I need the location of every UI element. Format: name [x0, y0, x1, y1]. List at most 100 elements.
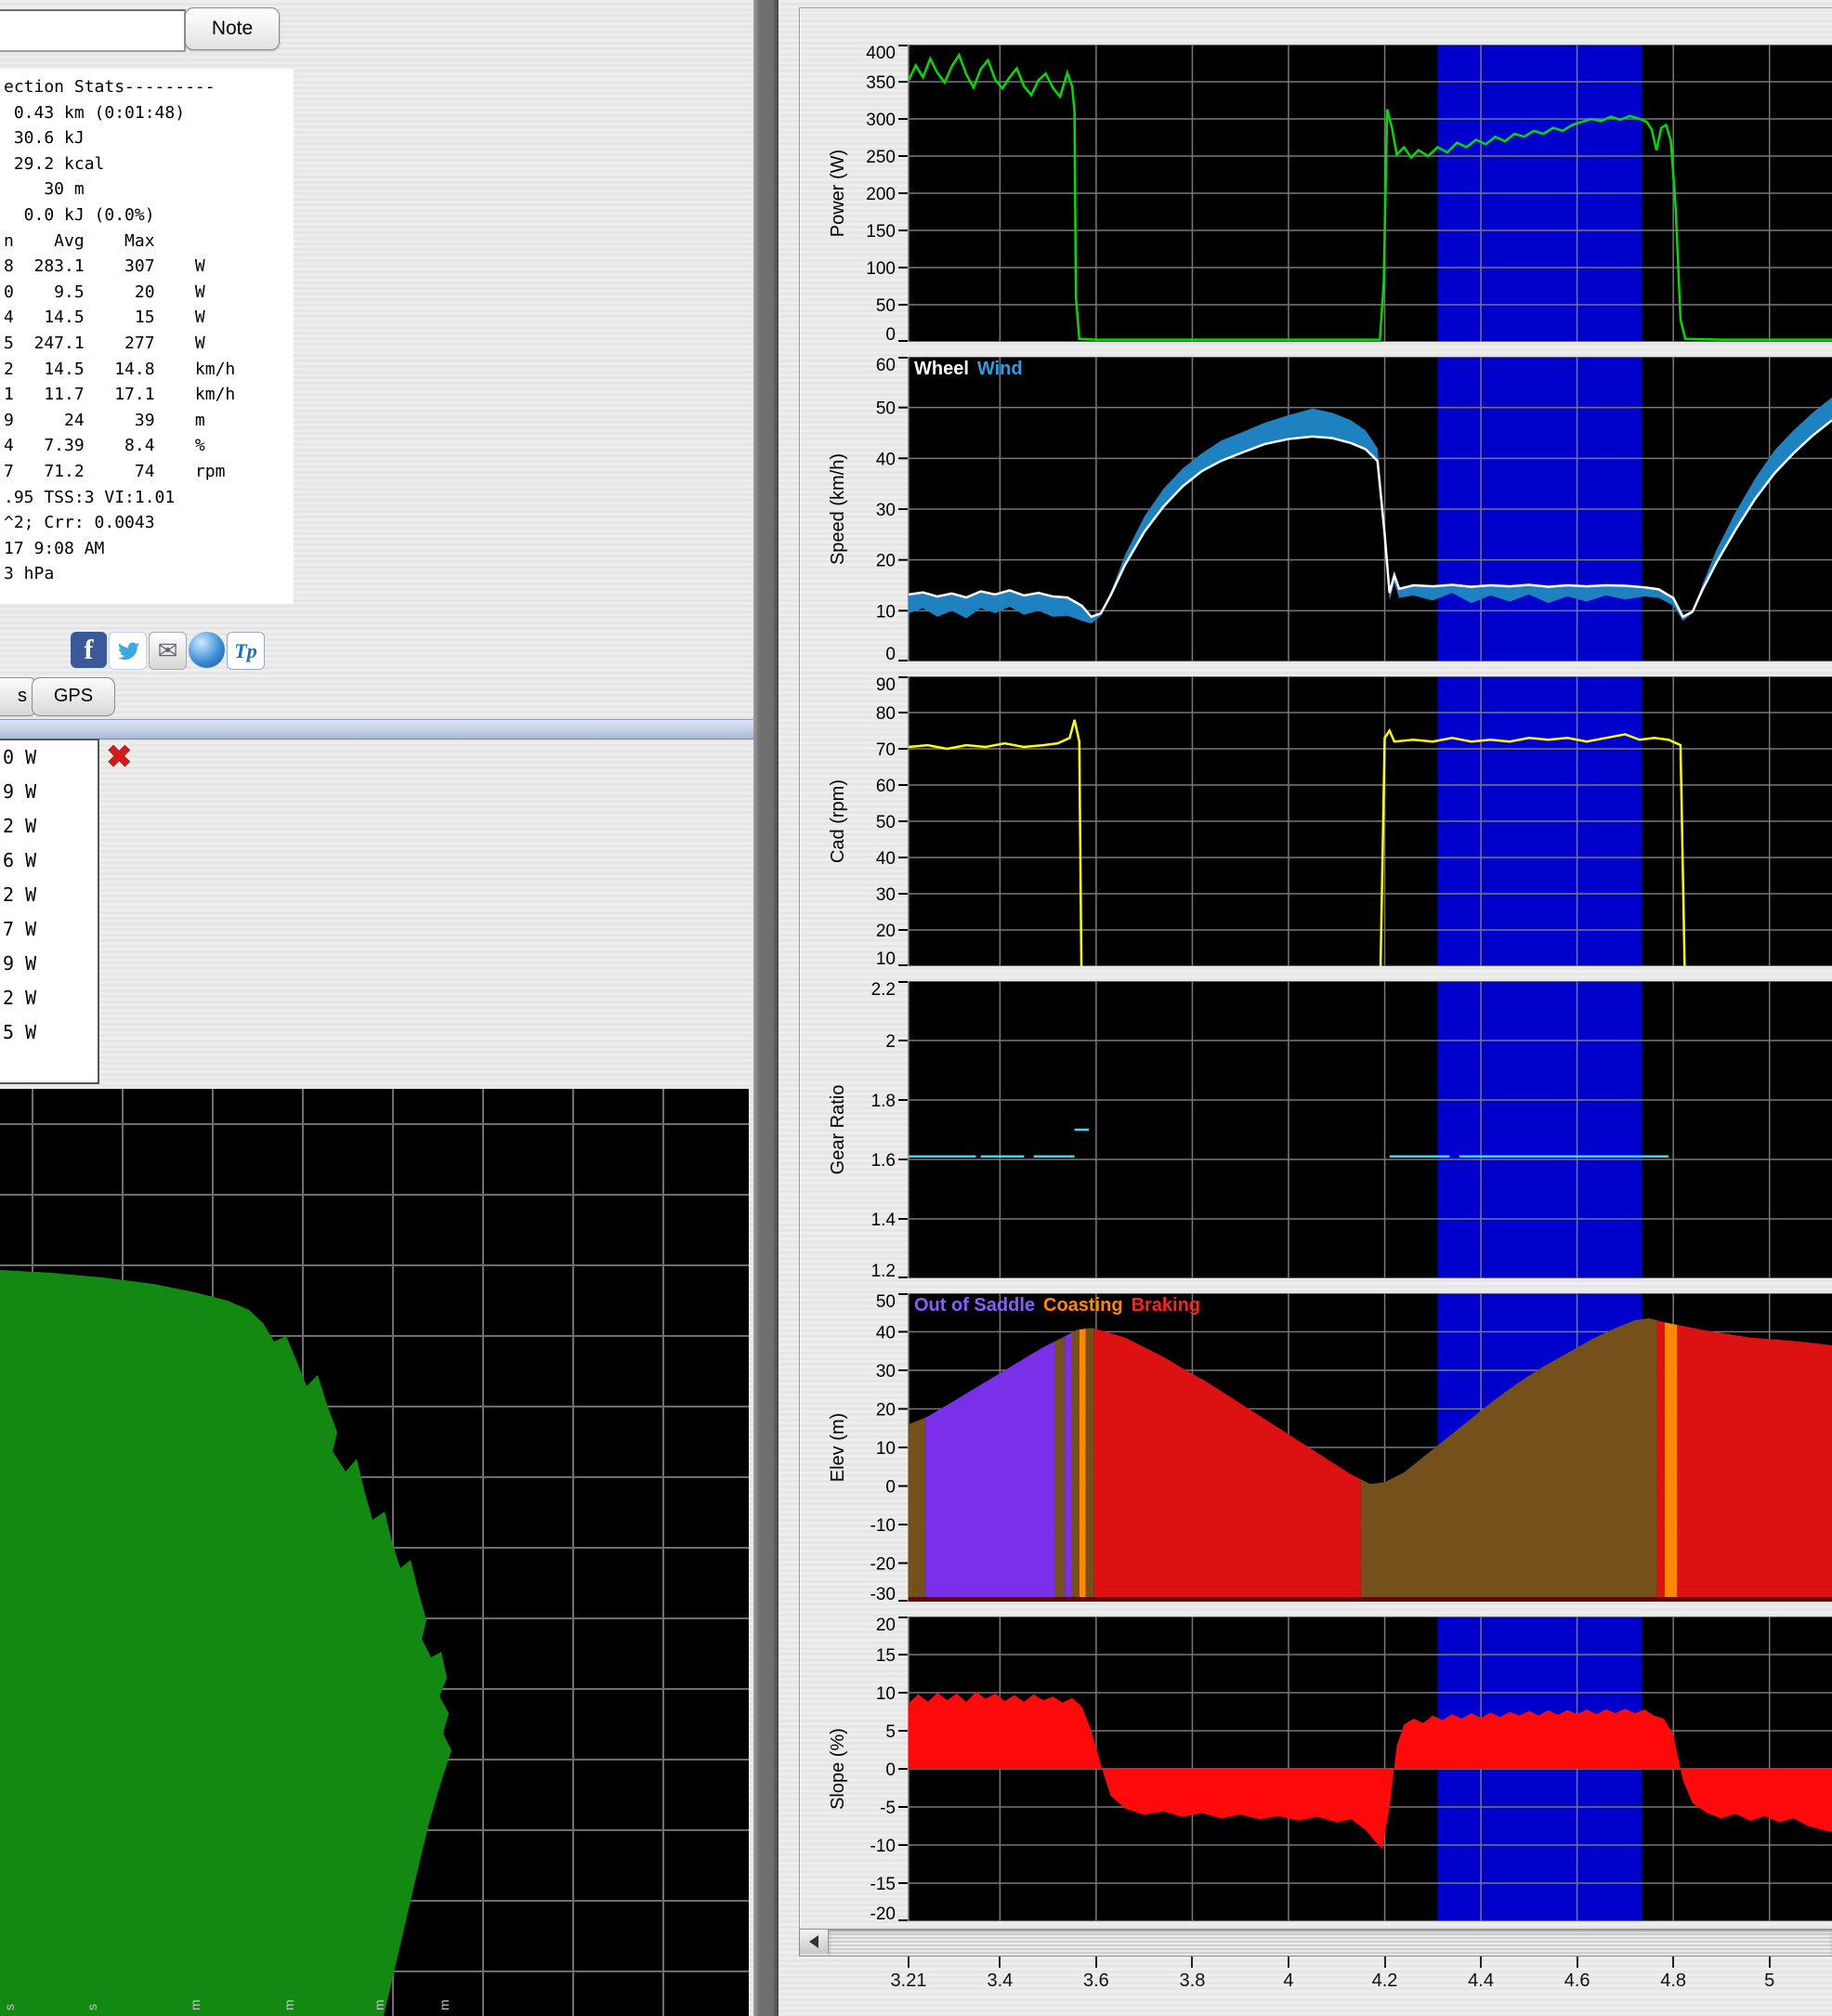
- x-axis-tick: [1480, 1957, 1482, 1968]
- x-axis-tick: [1577, 1957, 1578, 1968]
- app-window: Note ection Stats--------- 0.43 km (0:01…: [0, 0, 1832, 2016]
- x-axis-label: 3.21: [879, 1970, 938, 1992]
- social-row: f ✉ Tp: [71, 632, 267, 670]
- svg-text:-30: -30: [870, 1585, 896, 1602]
- x-axis-label: 4.4: [1451, 1970, 1511, 1992]
- svg-text:10: 10: [876, 1684, 896, 1704]
- list-item[interactable]: 2 W: [0, 809, 98, 844]
- x-axis-tick: [1288, 1957, 1289, 1968]
- mail-icon[interactable]: ✉: [149, 632, 187, 670]
- tp-glyph: Tp: [234, 639, 256, 663]
- list-item[interactable]: 9 W: [0, 775, 98, 809]
- section-title-input[interactable]: [0, 9, 186, 52]
- svg-text:-10: -10: [870, 1837, 896, 1856]
- panel-divider[interactable]: [753, 0, 779, 2016]
- svg-text:20: 20: [876, 1617, 896, 1635]
- list-item[interactable]: 9 W: [0, 947, 98, 981]
- x-axis-tick: [1095, 1957, 1097, 1968]
- list-item[interactable]: 2 W: [0, 981, 98, 1015]
- scrollbar-left-arrow-button[interactable]: [800, 1930, 829, 1954]
- x-axis-label: 5: [1740, 1970, 1799, 1992]
- elevation-chart-row: -30-20-1001020304050Elev (m)Out of Saddl…: [779, 1293, 1832, 1602]
- envelope-glyph: ✉: [158, 636, 178, 665]
- list-item[interactable]: 0 W: [0, 740, 98, 775]
- speed-chart-row: 0102030405060Speed (km/h)WheelWind: [779, 357, 1832, 661]
- svg-text:50: 50: [876, 1293, 896, 1312]
- svg-text:0: 0: [885, 1478, 896, 1498]
- x-axis-tick: [908, 1957, 909, 1968]
- svg-text:10: 10: [876, 1439, 896, 1459]
- earth-icon[interactable]: [189, 632, 225, 668]
- svg-text:30: 30: [876, 885, 896, 905]
- note-button[interactable]: Note: [185, 7, 280, 50]
- power-chart-plot[interactable]: 050100150200250300350400Power (W): [779, 45, 1832, 342]
- svg-text:Elev (m): Elev (m): [828, 1413, 848, 1482]
- x-axis-label: 4.8: [1643, 1970, 1703, 1992]
- cad-chart-plot[interactable]: 102030405060708090Cad (rpm): [779, 676, 1832, 966]
- svg-text:300: 300: [866, 111, 896, 130]
- svg-text:30: 30: [876, 1362, 896, 1381]
- svg-text:200: 200: [866, 185, 896, 204]
- list-item[interactable]: 2 W: [0, 878, 98, 912]
- twitter-icon[interactable]: [109, 632, 147, 670]
- x-axis-label: 3.4: [970, 1970, 1029, 1992]
- list-item[interactable]: 6 W: [0, 844, 98, 878]
- svg-text:Slope (%): Slope (%): [828, 1728, 848, 1810]
- x-axis-label: 4.2: [1355, 1970, 1415, 1992]
- svg-text:0: 0: [885, 1761, 896, 1780]
- svg-text:2.2: 2.2: [871, 981, 896, 1000]
- scrollbar-track[interactable]: [829, 1930, 1832, 1956]
- svg-text:1.4: 1.4: [871, 1211, 896, 1230]
- chart-panel: 050100150200250300350400Power (W) 010203…: [779, 0, 1832, 2016]
- svg-text:90: 90: [876, 676, 896, 695]
- svg-text:40: 40: [876, 1324, 896, 1343]
- gear-chart-plot[interactable]: 1.21.41.61.822.2Gear Ratio: [779, 981, 1832, 1278]
- svg-text:-20: -20: [870, 1905, 896, 1921]
- list-item[interactable]: 5 W: [0, 1015, 98, 1050]
- svg-text:m: m: [372, 1999, 386, 2010]
- trainingpeaks-icon[interactable]: Tp: [227, 632, 265, 670]
- svg-text:m: m: [437, 1999, 451, 2010]
- svg-text:s: s: [2, 2004, 17, 2010]
- svg-text:-5: -5: [880, 1799, 896, 1818]
- tab-gps[interactable]: GPS: [32, 677, 115, 716]
- pane-splitter[interactable]: [0, 719, 753, 740]
- svg-text:20: 20: [876, 1401, 896, 1420]
- svg-text:15: 15: [876, 1646, 896, 1666]
- svg-text:150: 150: [866, 222, 896, 242]
- svg-text:250: 250: [866, 148, 896, 167]
- svg-text:20: 20: [876, 552, 896, 571]
- svg-text:Gear Ratio: Gear Ratio: [828, 1085, 848, 1175]
- cadence-chart-row: 102030405060708090Cad (rpm): [779, 676, 1832, 966]
- x-axis-tick: [1384, 1957, 1386, 1968]
- slope-chart-plot[interactable]: -20-15-10-505101520Slope (%): [779, 1617, 1832, 1921]
- list-item[interactable]: 7 W: [0, 912, 98, 947]
- x-axis-tick: [999, 1957, 1001, 1968]
- facebook-icon[interactable]: f: [71, 632, 107, 668]
- elev-chart-plot[interactable]: -30-20-1001020304050Elev (m): [779, 1293, 1832, 1602]
- svg-text:Cad (rpm): Cad (rpm): [828, 779, 848, 863]
- svg-text:1.8: 1.8: [871, 1092, 896, 1111]
- svg-text:40: 40: [876, 450, 896, 469]
- svg-text:Power (W): Power (W): [828, 150, 848, 237]
- svg-text:Speed (km/h): Speed (km/h): [828, 453, 848, 565]
- svg-text:50: 50: [876, 399, 896, 419]
- svg-text:50: 50: [876, 813, 896, 832]
- watts-list[interactable]: 0 W9 W2 W6 W2 W7 W9 W2 W5 W: [0, 739, 99, 1084]
- x-axis-label: 3.8: [1162, 1970, 1222, 1992]
- svg-text:350: 350: [866, 73, 896, 93]
- speed-chart-plot[interactable]: 0102030405060Speed (km/h): [779, 357, 1832, 661]
- elevation-profile-chart[interactable]: ssmmmm: [0, 1089, 749, 2016]
- svg-text:1.6: 1.6: [871, 1151, 896, 1171]
- svg-text:m: m: [188, 1999, 203, 2010]
- svg-text:5: 5: [885, 1722, 896, 1742]
- svg-text:30: 30: [876, 501, 896, 520]
- twitter-bird-icon: [113, 636, 143, 666]
- x-axis-label: 3.6: [1066, 1970, 1126, 1992]
- x-axis-tick: [1672, 1957, 1674, 1968]
- svg-text:40: 40: [876, 849, 896, 869]
- svg-text:50: 50: [876, 296, 896, 316]
- horizontal-scrollbar[interactable]: [799, 1929, 1832, 1957]
- delete-icon[interactable]: ✖: [106, 739, 133, 776]
- svg-text:m: m: [281, 1999, 296, 2010]
